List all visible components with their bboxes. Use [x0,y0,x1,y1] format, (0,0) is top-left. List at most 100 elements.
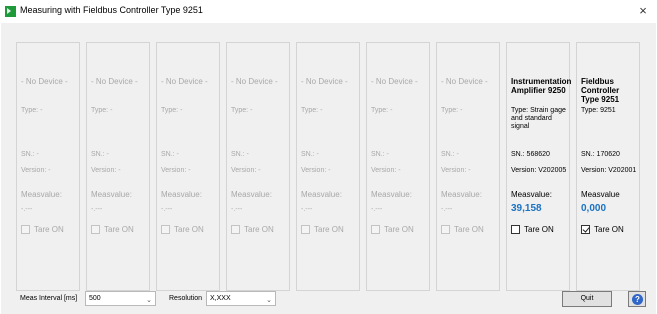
tare-on-label: Tare ON [594,225,624,234]
meas-interval-dropdown[interactable]: 500 ⌄ [85,291,156,306]
measvalue-value: 0,000 [581,203,607,214]
quit-button[interactable]: Quit [562,291,612,307]
tare-on-label: Tare ON [314,225,344,234]
tare-on-label: Tare ON [454,225,484,234]
device-type: Type: - [231,107,253,114]
device-name: - No Device - [301,77,348,86]
measvalue-value: -.--- [91,206,103,213]
device-type: Type: - [371,107,393,114]
checkbox-unchecked-icon [371,225,380,234]
checkbox-checked-icon [581,225,590,234]
device-version: Version: V202005 [511,167,567,174]
title-bar: Measuring with Fieldbus Controller Type … [0,0,657,23]
device-panel: - No Device - Type: - SN.: - Version: - Meas… [296,42,360,291]
device-type: Type: - [441,107,463,114]
device-version: Version: - [91,167,121,174]
device-version: Version: V202001 [581,167,637,174]
help-icon: ? [632,294,643,305]
measvalue-value: -.--- [441,206,453,213]
tare-on-checkbox[interactable]: Tare ON [511,225,554,234]
device-version: Version: - [371,167,401,174]
device-serial-number: SN.: - [371,151,389,158]
chevron-down-icon: ⌄ [146,297,152,304]
device-serial-number: SN.: - [231,151,249,158]
tare-on-checkbox: Tare ON [441,225,484,234]
meas-interval-value: 500 [89,295,101,302]
device-type: Type: Strain gage and standard signal [511,107,566,130]
tare-on-label: Tare ON [524,225,554,234]
tare-on-label: Tare ON [384,225,414,234]
device-panel: - No Device - Type: - SN.: - Version: - Meas… [16,42,80,291]
tare-on-checkbox: Tare ON [301,225,344,234]
device-name: - No Device - [91,77,138,86]
device-version: Version: - [231,167,261,174]
measvalue-label: Measvalue: [161,190,202,199]
tare-on-label: Tare ON [244,225,274,234]
device-type: Type: - [301,107,323,114]
measvalue-label: Measvalue: [231,190,272,199]
measvalue-value: -.--- [371,206,383,213]
device-name: Instrumentation Amplifier 9250 [511,77,572,95]
resolution-value: X,XXX [210,295,231,302]
measvalue-value: -.--- [21,206,33,213]
resolution-dropdown[interactable]: X,XXX ⌄ [206,291,276,306]
device-panel: - No Device - Type: - SN.: - Version: - Meas… [86,42,150,291]
device-type: Type: 9251 [581,107,616,114]
measvalue-label: Measvalue: [91,190,132,199]
device-name: - No Device - [161,77,208,86]
tare-on-label: Tare ON [104,225,134,234]
resolution-label: Resolution [169,295,203,302]
measvalue-label: Measvalue [581,190,620,199]
device-name: - No Device - [231,77,278,86]
tare-on-checkbox: Tare ON [231,225,274,234]
device-type: Type: - [21,107,43,114]
chevron-down-icon: ⌄ [266,297,272,304]
device-panel: Instrumentation Amplifier 9250 Type: Stra… [506,42,572,291]
device-name: Fieldbus Controller Type 9251 [581,77,620,104]
tare-on-checkbox[interactable]: Tare ON [581,225,624,234]
checkbox-unchecked-icon [301,225,310,234]
close-button[interactable]: × [635,3,651,19]
device-version: Version: - [441,167,471,174]
window-title: Measuring with Fieldbus Controller Type … [20,5,203,15]
device-panel: - No Device - Type: - SN.: - Version: - Meas… [226,42,290,291]
checkbox-unchecked-icon [91,225,100,234]
device-serial-number: SN.: - [21,151,39,158]
device-serial-number: SN.: - [301,151,319,158]
tare-on-checkbox: Tare ON [91,225,134,234]
device-panel: - No Device - Type: - SN.: - Version: - Meas… [156,42,220,291]
device-panel: - No Device - Type: - SN.: - Version: - Meas… [366,42,430,291]
checkbox-unchecked-icon [161,225,170,234]
measvalue-value: -.--- [231,206,243,213]
device-panel: Fieldbus Controller Type 9251 Type: 9251 S… [576,42,640,291]
measvalue-label: Measvalue: [371,190,412,199]
app-logo-icon [5,6,16,17]
device-serial-number: SN.: - [161,151,179,158]
window-client-area: - No Device - Type: - SN.: - Version: - Meas… [1,23,656,314]
checkbox-unchecked-icon [511,225,520,234]
device-type: Type: - [161,107,183,114]
measvalue-value: 39,158 [511,203,542,214]
device-name: - No Device - [441,77,488,86]
measvalue-label: Measvalue: [441,190,482,199]
device-serial-number: SN.: 170620 [581,151,620,158]
tare-on-checkbox: Tare ON [161,225,204,234]
measvalue-label: Measvalue: [301,190,342,199]
tare-on-checkbox: Tare ON [21,225,64,234]
measvalue-label: Measvalue: [21,190,62,199]
device-version: Version: - [301,167,331,174]
tare-on-label: Tare ON [34,225,64,234]
meas-interval-label: Meas Interval [ms] [20,295,78,302]
device-version: Version: - [21,167,51,174]
tare-on-checkbox: Tare ON [371,225,414,234]
device-serial-number: SN.: - [441,151,459,158]
device-panel: - No Device - Type: - SN.: - Version: - Meas… [436,42,500,291]
checkbox-unchecked-icon [21,225,30,234]
device-serial-number: SN.: - [91,151,109,158]
measvalue-value: -.--- [161,206,173,213]
device-type: Type: - [91,107,113,114]
help-button[interactable]: ? [628,291,646,307]
measvalue-value: -.--- [301,206,313,213]
tare-on-label: Tare ON [174,225,204,234]
device-name: - No Device - [371,77,418,86]
